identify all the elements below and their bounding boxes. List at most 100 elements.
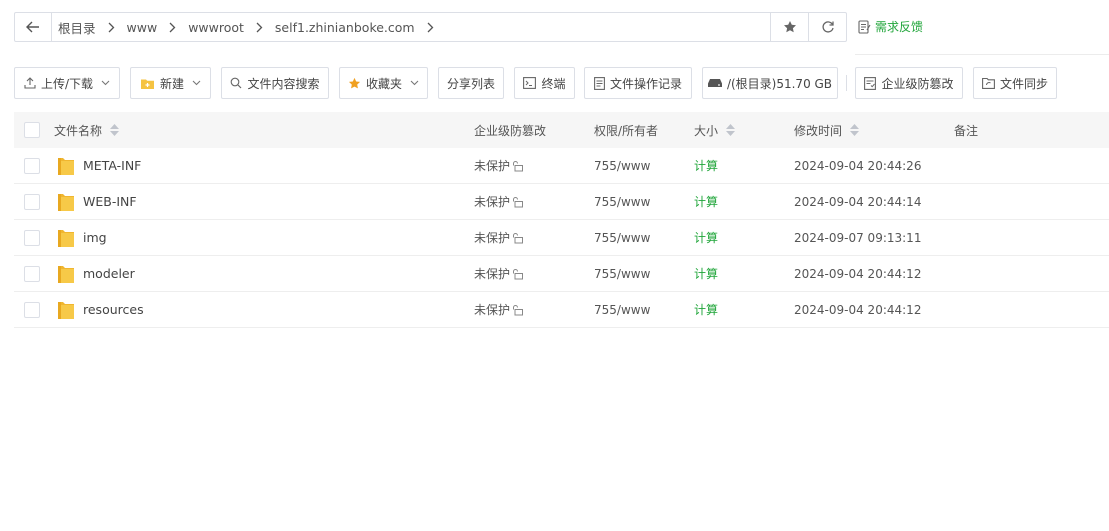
size-cell: 计算 [694, 256, 718, 291]
tamper-protect-label: 企业级防篡改 [881, 76, 954, 91]
address-bar: 根目录 www wwwroot self1.zhinianboke.com [14, 12, 847, 42]
row-checkbox[interactable] [24, 302, 40, 318]
tamper-protect-button[interactable]: 企业级防篡改 [855, 67, 963, 99]
mtime-cell: 2024-09-04 20:44:14 [794, 184, 921, 219]
upload-icon [24, 77, 36, 89]
header-mtime-label: 修改时间 [794, 123, 843, 138]
select-all-checkbox[interactable] [24, 122, 40, 138]
calc-size-link[interactable]: 计算 [694, 157, 718, 174]
protect-status: 未保护 [474, 229, 524, 246]
name-cell: img [54, 220, 107, 255]
unlock-icon[interactable] [512, 304, 524, 316]
favorite-button[interactable] [770, 13, 808, 41]
chevron-right-icon [256, 22, 263, 33]
back-button[interactable] [15, 13, 52, 41]
protect-status: 未保护 [474, 301, 524, 318]
favorites-label: 收藏夹 [365, 76, 402, 91]
unlock-icon[interactable] [512, 232, 524, 244]
breadcrumb-label: 根目录 [58, 20, 96, 36]
file-name[interactable]: META-INF [83, 158, 141, 173]
name-cell: resources [54, 292, 144, 327]
unlock-icon[interactable] [512, 196, 524, 208]
terminal-icon [523, 77, 537, 89]
header-mtime[interactable]: 修改时间 [794, 112, 860, 148]
perm-value[interactable]: 755/www [594, 303, 650, 317]
feedback-link[interactable]: 需求反馈 [858, 18, 923, 35]
perm-value[interactable]: 755/www [594, 267, 650, 281]
breadcrumb-item-root[interactable]: 根目录 [58, 18, 127, 37]
breadcrumb-item-wwwroot[interactable]: wwwroot [188, 20, 275, 35]
favorites-button[interactable]: 收藏夹 [339, 67, 428, 99]
folder-icon [58, 301, 74, 319]
calc-size-link[interactable]: 计算 [694, 193, 718, 210]
feedback-icon [858, 19, 871, 34]
protect-cell: 未保护 [474, 292, 524, 327]
row-checkbox[interactable] [24, 158, 40, 174]
header-size-label: 大小 [694, 123, 719, 138]
disk-button[interactable]: /(根目录)51.70 GB [702, 67, 838, 99]
sync-folder-icon [982, 77, 995, 89]
mtime-cell: 2024-09-04 20:44:26 [794, 148, 921, 183]
arrow-left-icon [26, 21, 39, 33]
table-body: META-INF 未保护 755/www 计算 2024-09-04 20:44… [14, 148, 1109, 328]
mtime-cell: 2024-09-07 09:13:11 [794, 220, 921, 255]
protect-cell: 未保护 [474, 184, 524, 219]
breadcrumb-item-site[interactable]: self1.zhinianboke.com [275, 20, 446, 35]
refresh-button[interactable] [808, 13, 846, 41]
table-row[interactable]: META-INF 未保护 755/www 计算 2024-09-04 20:44… [14, 148, 1109, 184]
row-checkbox[interactable] [24, 230, 40, 246]
header-perm-label: 权限/所有者 [594, 123, 659, 138]
header-note: 备注 [954, 112, 978, 148]
table-row[interactable]: img 未保护 755/www 计算 2024-09-07 09:13:11 [14, 220, 1109, 256]
header-perm: 权限/所有者 [594, 112, 658, 148]
row-checkbox[interactable] [24, 194, 40, 210]
header-name[interactable]: 文件名称 [54, 112, 120, 148]
header-name-label: 文件名称 [54, 123, 103, 138]
mtime-value: 2024-09-04 20:44:12 [794, 302, 922, 317]
disk-icon [707, 79, 722, 87]
mtime-value: 2024-09-04 20:44:14 [794, 194, 922, 209]
perm-value[interactable]: 755/www [594, 195, 650, 209]
mtime-value: 2024-09-04 20:44:26 [794, 158, 922, 173]
sort-icon [850, 124, 860, 136]
unlock-icon[interactable] [512, 160, 524, 172]
file-sync-button[interactable]: 文件同步 [973, 67, 1057, 99]
unlock-icon[interactable] [512, 268, 524, 280]
perm-value[interactable]: 755/www [594, 159, 650, 173]
protect-status: 未保护 [474, 193, 524, 210]
document-icon [594, 76, 605, 90]
protect-label: 未保护 [474, 267, 511, 281]
terminal-button[interactable]: 终端 [514, 67, 575, 99]
protect-label: 未保护 [474, 195, 511, 209]
file-name[interactable]: WEB-INF [83, 194, 137, 209]
content-search-button[interactable]: 文件内容搜索 [221, 67, 329, 99]
op-log-button[interactable]: 文件操作记录 [584, 67, 692, 99]
file-name[interactable]: resources [83, 302, 144, 317]
perm-cell: 755/www [594, 184, 650, 219]
calc-size-link[interactable]: 计算 [694, 229, 718, 246]
table-row[interactable]: WEB-INF 未保护 755/www 计算 2024-09-04 20:44:… [14, 184, 1109, 220]
file-name[interactable]: img [83, 230, 107, 245]
header-size[interactable]: 大小 [694, 112, 736, 148]
table-row[interactable]: resources 未保护 755/www 计算 2024-09-04 20:4… [14, 292, 1109, 328]
mtime-cell: 2024-09-04 20:44:12 [794, 256, 921, 291]
share-list-button[interactable]: 分享列表 [438, 67, 504, 99]
new-button[interactable]: 新建 [130, 67, 211, 99]
protect-label: 未保护 [474, 231, 511, 245]
upload-download-button[interactable]: 上传/下载 [14, 67, 120, 99]
chevron-right-icon [427, 22, 434, 33]
calc-size-link[interactable]: 计算 [694, 301, 718, 318]
protect-cell: 未保护 [474, 220, 524, 255]
calc-size-link[interactable]: 计算 [694, 265, 718, 282]
perm-value[interactable]: 755/www [594, 231, 650, 245]
breadcrumb: 根目录 www wwwroot self1.zhinianboke.com [52, 13, 770, 41]
breadcrumb-item-www[interactable]: www [127, 20, 189, 35]
sort-icon [726, 124, 736, 136]
chevron-right-icon [169, 22, 176, 33]
mtime-cell: 2024-09-04 20:44:12 [794, 292, 921, 327]
file-name[interactable]: modeler [83, 266, 135, 281]
table-row[interactable]: modeler 未保护 755/www 计算 2024-09-04 20:44:… [14, 256, 1109, 292]
folder-icon [58, 157, 74, 175]
perm-cell: 755/www [594, 220, 650, 255]
row-checkbox[interactable] [24, 266, 40, 282]
